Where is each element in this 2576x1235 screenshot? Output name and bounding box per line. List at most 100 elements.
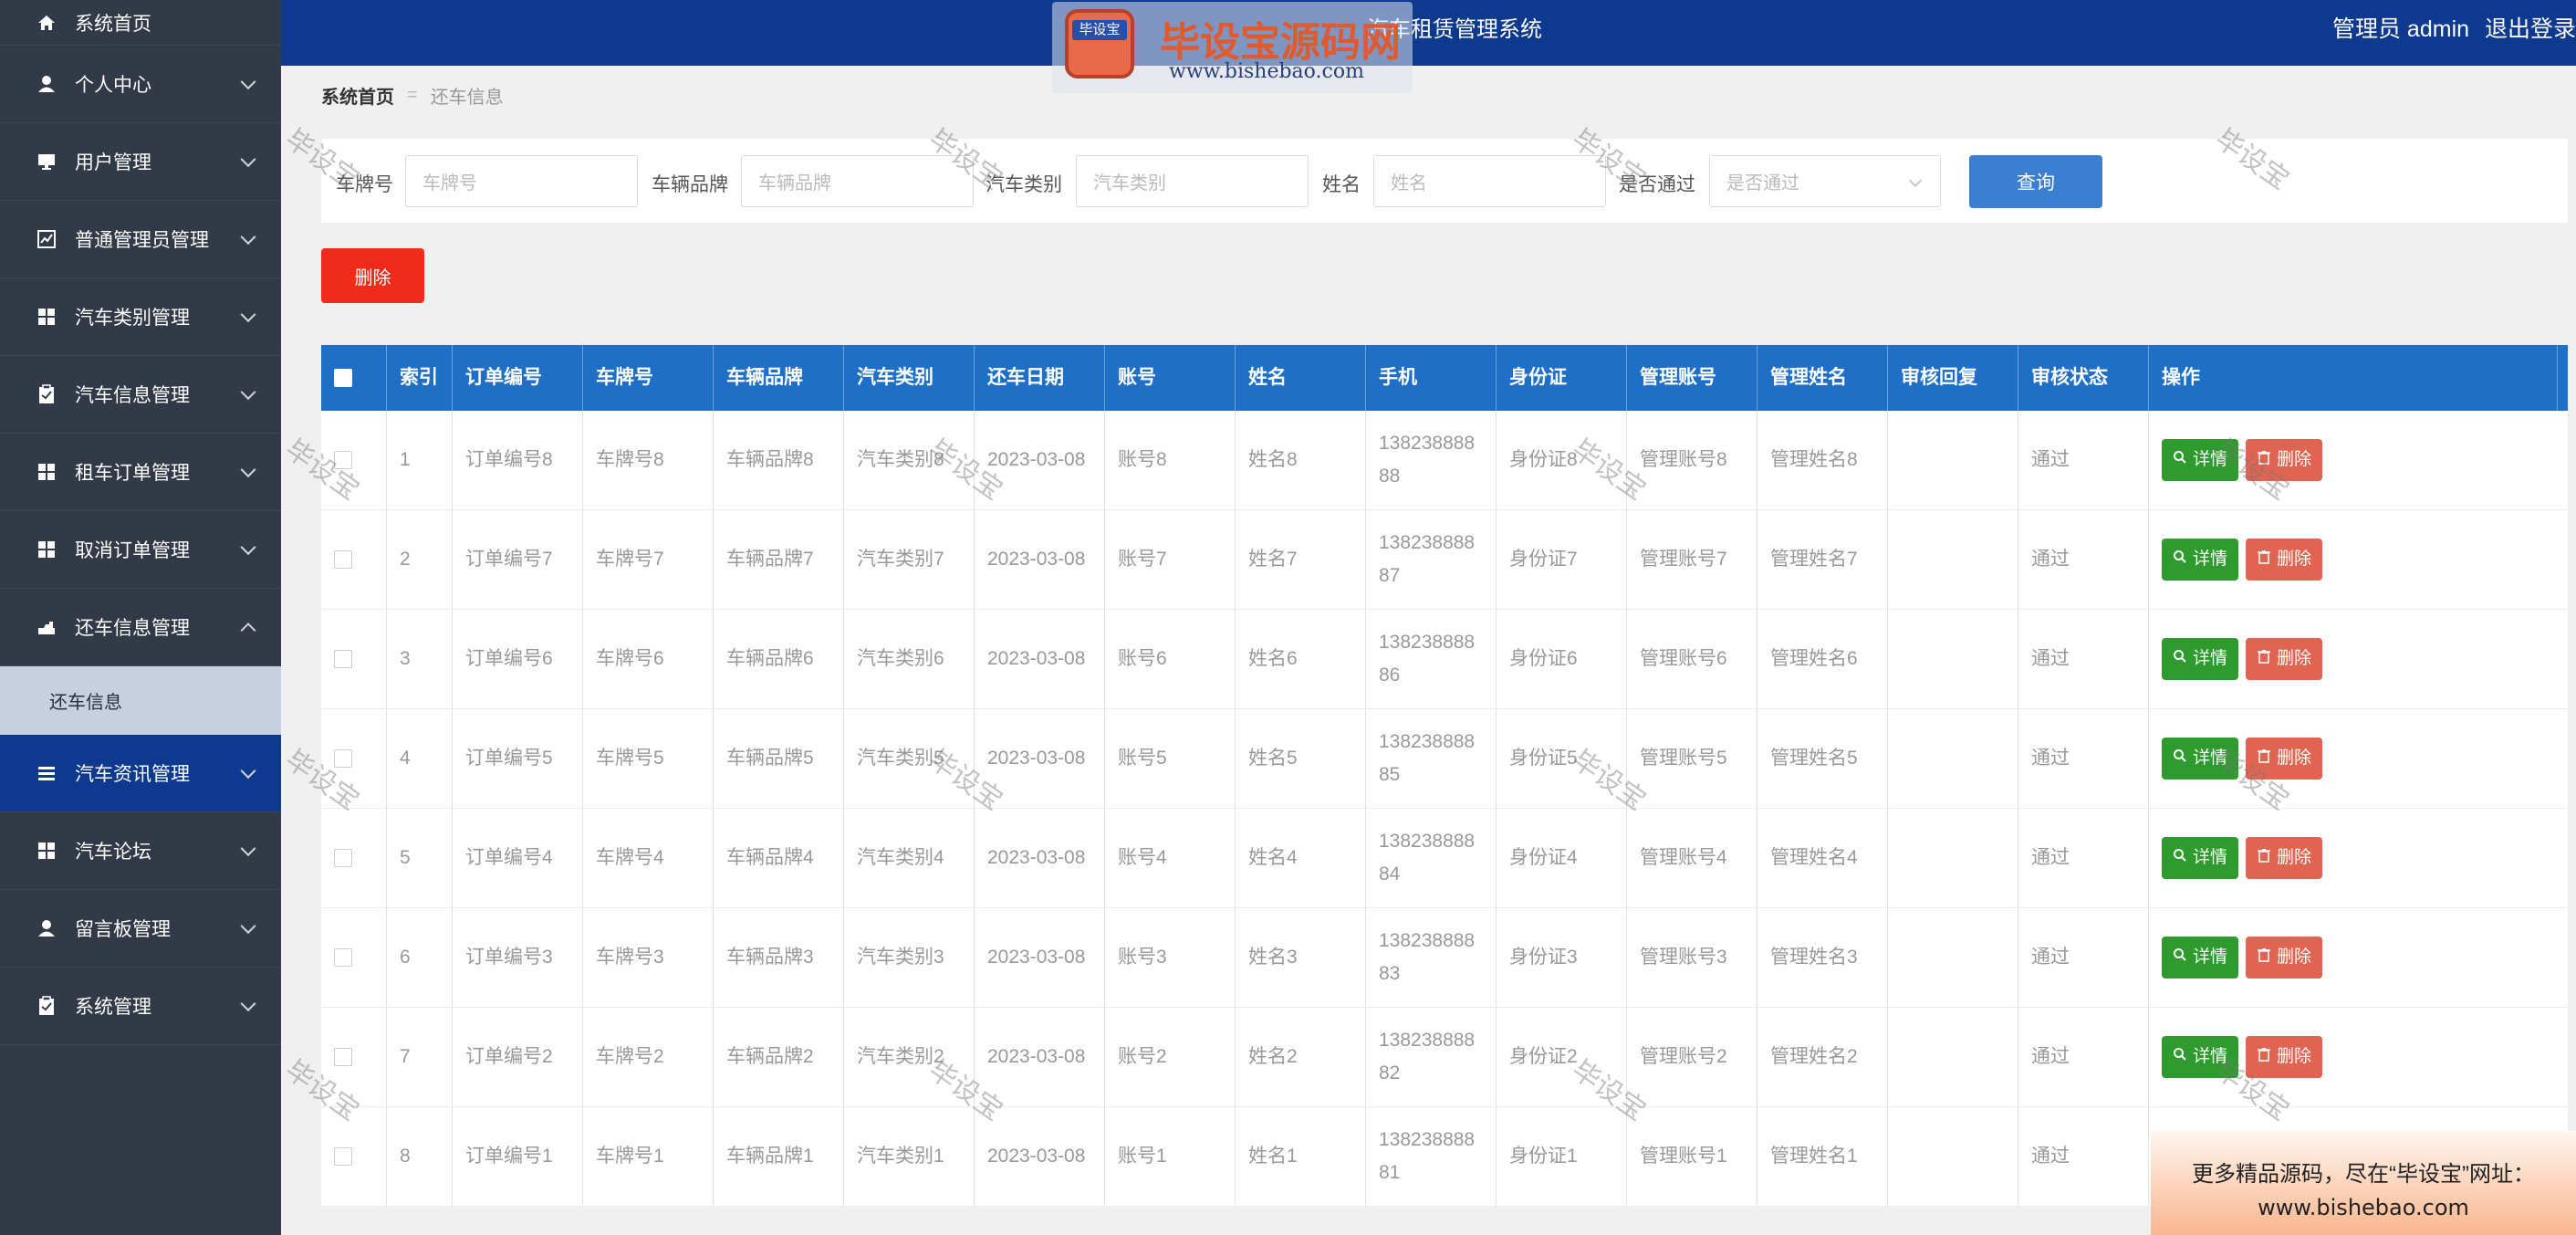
chevron-down-icon xyxy=(240,307,256,323)
chevron-up-icon xyxy=(240,623,256,639)
sidebar-item-3[interactable]: 普通管理员管理 xyxy=(0,201,281,278)
table-cell: 通过 xyxy=(2018,610,2149,708)
sidebar-item-9[interactable]: 汽车资讯管理 xyxy=(0,735,281,812)
table-row: 3 订单编号6 车牌号6 车辆品牌6 汽车类别6 2023-03-08 账号6 姓名6 1382… xyxy=(321,610,2568,709)
column-header: 审核回复 xyxy=(1888,345,2018,411)
sidebar-item-8[interactable]: 还车信息管理 xyxy=(0,589,281,666)
detail-button[interactable]: 详情 xyxy=(2162,638,2239,680)
detail-button[interactable]: 详情 xyxy=(2162,837,2239,879)
row-actions: 详情删除 xyxy=(2149,908,2558,1007)
row-delete-button[interactable]: 删除 xyxy=(2246,638,2323,680)
sidebar-item-label: 个人中心 xyxy=(75,75,151,96)
table-cell: 车辆品牌4 xyxy=(714,809,844,907)
column-header: 索引 xyxy=(387,345,453,411)
table-cell: 13823888886 xyxy=(1366,610,1497,708)
table-cell: 13823888888 xyxy=(1366,411,1497,509)
table-cell: 车辆品牌1 xyxy=(714,1107,844,1206)
table-cell: 通过 xyxy=(2018,709,2149,808)
table-cell xyxy=(1888,1008,2018,1106)
ad-banner[interactable]: 更多精品源码，尽在“毕设宝”网址： www.bishebao.com xyxy=(2151,1131,2576,1235)
table-cell: 车牌号1 xyxy=(583,1107,714,1206)
breadcrumb-home[interactable]: 系统首页 xyxy=(321,82,394,109)
column-header: 身份证 xyxy=(1497,345,1627,411)
user-area: 管理员 admin 退出登录 xyxy=(2323,11,2576,44)
name-input[interactable]: 姓名 xyxy=(1373,155,1606,207)
row-delete-button[interactable]: 删除 xyxy=(2246,837,2323,879)
sidebar-item-12[interactable]: 系统管理 xyxy=(0,968,281,1045)
grid-icon xyxy=(37,462,57,482)
plate-input[interactable]: 车牌号 xyxy=(405,155,638,207)
table-cell: 6 xyxy=(387,908,453,1007)
table-cell: 管理账号6 xyxy=(1627,610,1757,708)
table-cell xyxy=(1888,908,2018,1007)
table-cell: 2023-03-08 xyxy=(975,510,1105,609)
table-cell: 13823888883 xyxy=(1366,908,1497,1007)
column-header: 审核状态 xyxy=(2018,345,2149,411)
row-actions: 详情删除 xyxy=(2149,709,2558,808)
row-checkbox[interactable] xyxy=(334,550,352,569)
sidebar-item-4[interactable]: 汽车类别管理 xyxy=(0,278,281,356)
table-cell xyxy=(1888,1107,2018,1206)
breadcrumb: 系统首页 = 还车信息 xyxy=(321,82,504,109)
table-cell: 车牌号8 xyxy=(583,411,714,509)
chevron-down-icon xyxy=(240,918,256,935)
row-checkbox[interactable] xyxy=(334,849,352,867)
row-delete-button[interactable]: 删除 xyxy=(2246,539,2323,581)
row-checkbox[interactable] xyxy=(334,1147,352,1166)
chevron-down-icon xyxy=(240,539,256,556)
table-cell: 1 xyxy=(387,411,453,509)
table-cell: 2023-03-08 xyxy=(975,1107,1105,1206)
table-cell: 管理姓名6 xyxy=(1757,610,1888,708)
detail-button[interactable]: 详情 xyxy=(2162,539,2239,581)
sidebar-item-6[interactable]: 租车订单管理 xyxy=(0,434,281,511)
table-cell: 通过 xyxy=(2018,1107,2149,1206)
query-button[interactable]: 查询 xyxy=(1969,155,2102,208)
table-cell xyxy=(1888,809,2018,907)
row-checkbox[interactable] xyxy=(334,948,352,967)
row-delete-button[interactable]: 删除 xyxy=(2246,937,2323,979)
sidebar-subitem-return-info[interactable]: 还车信息 xyxy=(0,666,281,735)
table-cell: 身份证7 xyxy=(1497,510,1627,609)
pass-select[interactable]: 是否通过 xyxy=(1709,155,1941,207)
table-cell: 汽车类别6 xyxy=(844,610,975,708)
table-row: 2 订单编号7 车牌号7 车辆品牌7 汽车类别7 2023-03-08 账号7 姓名7 1382… xyxy=(321,510,2568,610)
table-cell: 账号4 xyxy=(1105,809,1236,907)
search-icon xyxy=(2173,643,2187,675)
batch-delete-button[interactable]: 删除 xyxy=(321,248,424,303)
ad-line1: 更多精品源码，尽在“毕设宝”网址： xyxy=(2192,1162,2535,1187)
row-checkbox[interactable] xyxy=(334,1048,352,1066)
type-input[interactable]: 汽车类别 xyxy=(1076,155,1309,207)
table-cell: 身份证3 xyxy=(1497,908,1627,1007)
sidebar-item-0[interactable]: 系统首页 xyxy=(0,0,281,46)
search-icon xyxy=(2173,742,2187,775)
detail-button[interactable]: 详情 xyxy=(2162,937,2239,979)
table-cell: 13823888881 xyxy=(1366,1107,1497,1206)
table-cell: 订单编号4 xyxy=(453,809,583,907)
table-cell: 车牌号5 xyxy=(583,709,714,808)
sidebar-item-11[interactable]: 留言板管理 xyxy=(0,890,281,968)
hand-icon xyxy=(37,617,57,637)
trash-icon xyxy=(2257,643,2271,675)
table-cell: 5 xyxy=(387,809,453,907)
table-cell: 管理姓名8 xyxy=(1757,411,1888,509)
sidebar-item-7[interactable]: 取消订单管理 xyxy=(0,511,281,589)
breadcrumb-current: 还车信息 xyxy=(430,88,504,108)
sidebar-item-label: 留言板管理 xyxy=(75,919,171,940)
sidebar-item-2[interactable]: 用户管理 xyxy=(0,123,281,201)
logout-link[interactable]: 退出登录 xyxy=(2485,16,2576,42)
trash-icon xyxy=(2257,842,2271,874)
table-cell: 车辆品牌3 xyxy=(714,908,844,1007)
sidebar-item-10[interactable]: 汽车论坛 xyxy=(0,812,281,890)
table-cell: 账号6 xyxy=(1105,610,1236,708)
row-checkbox-cell xyxy=(321,1107,387,1206)
brand-input[interactable]: 车辆品牌 xyxy=(741,155,974,207)
table-cell: 订单编号1 xyxy=(453,1107,583,1206)
grid-icon xyxy=(37,841,57,861)
sidebar-item-1[interactable]: 个人中心 xyxy=(0,46,281,123)
table-cell: 13823888885 xyxy=(1366,709,1497,808)
sidebar-item-5[interactable]: 汽车信息管理 xyxy=(0,356,281,434)
logo-url: www.bishebao.com xyxy=(1169,60,1364,83)
select-all-checkbox[interactable] xyxy=(334,369,352,387)
table-cell: 汽车类别1 xyxy=(844,1107,975,1206)
row-checkbox[interactable] xyxy=(334,650,352,668)
